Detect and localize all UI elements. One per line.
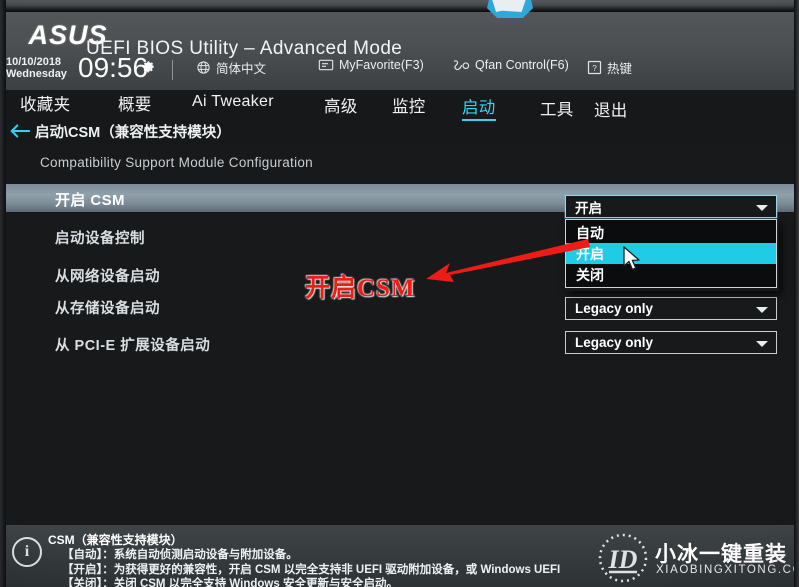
back-arrow-icon[interactable] (9, 123, 31, 139)
globe-icon (197, 61, 210, 74)
tab-boot[interactable]: 启动 (462, 94, 496, 121)
watermark-en-text: XIAOBINGXITONG.COM (656, 564, 799, 576)
tab-tool[interactable]: 工具 (540, 96, 574, 120)
csm-select[interactable]: 开启 (565, 195, 777, 218)
dropdown-option-enabled[interactable]: 开启 (566, 243, 776, 264)
tab-main[interactable]: 概要 (118, 91, 152, 115)
myfavorite-label: MyFavorite(F3) (339, 58, 424, 72)
svg-text:ID: ID (608, 545, 638, 574)
section-heading: Compatibility Support Module Configurati… (40, 155, 313, 170)
weekday-value: Wednesday (6, 68, 67, 80)
myfavorite-button[interactable]: MyFavorite(F3) (318, 58, 424, 72)
chevron-down-icon (756, 341, 768, 347)
annotation-text: 开启CSM (305, 275, 416, 302)
tab-monitor[interactable]: 监控 (392, 93, 426, 117)
dropdown-option-auto[interactable]: 自动 (566, 222, 776, 243)
date-value: 10/10/2018 (6, 56, 62, 68)
monitor-bezel-right (794, 0, 799, 587)
language-label: 简体中文 (216, 62, 267, 76)
boot-from-pcie-select[interactable]: Legacy only (565, 331, 777, 354)
info-icon: i (12, 537, 42, 567)
hotkeys-label: 热键 (607, 62, 633, 76)
gear-icon[interactable] (140, 58, 156, 74)
bios-screen: ASUS UEFI BIOS Utility – Advanced Mode 1… (0, 0, 799, 587)
watermark-logo-icon: ID (598, 533, 648, 583)
boot-from-pcie-value: Legacy only (575, 335, 654, 350)
boot-from-storage-value: Legacy only (575, 301, 654, 316)
header-divider (172, 60, 173, 80)
qfan-label: Qfan Control(F6) (475, 58, 569, 72)
setting-label-boot-device-control[interactable]: 启动设备控制 (55, 227, 145, 248)
tab-advanced[interactable]: 高级 (324, 93, 358, 117)
setting-label-boot-from-network[interactable]: 从网络设备启动 (55, 265, 160, 286)
chevron-down-icon (756, 307, 768, 313)
date-display: 10/10/2018 Wednesday (6, 56, 67, 80)
watermark: ID 小冰一键重装 XIAOBINGXITONG.COM (597, 530, 799, 587)
settings-panel: Compatibility Support Module Configurati… (0, 144, 799, 525)
clock-value: 09:56 (78, 52, 149, 83)
breadcrumb: 启动\CSM（兼容性支持模块） (0, 118, 799, 144)
monitor-bezel-top (0, 0, 799, 12)
monitor-bezel-left (0, 0, 6, 587)
csm-dropdown-list[interactable]: 自动 开启 关闭 (565, 219, 777, 288)
setting-label-boot-from-pcie[interactable]: 从 PCI-E 扩展设备启动 (55, 334, 210, 355)
bios-header: ASUS UEFI BIOS Utility – Advanced Mode 1… (0, 12, 799, 90)
myfavorite-icon (318, 59, 334, 71)
red-arrow-icon (426, 239, 590, 282)
qfan-control-button[interactable]: Qfan Control(F6) (452, 58, 569, 72)
language-selector[interactable]: 简体中文 (196, 58, 266, 77)
question-icon: ? (587, 60, 602, 75)
svg-text:?: ? (592, 64, 597, 73)
setting-label-csm: 开启 CSM (55, 192, 125, 209)
hotkeys-button[interactable]: ? 热键 (587, 58, 632, 77)
chevron-down-icon (756, 205, 768, 211)
setting-label-boot-from-storage[interactable]: 从存储设备启动 (55, 297, 160, 318)
mouse-cursor-icon (623, 246, 640, 271)
dropdown-option-disabled[interactable]: 关闭 (566, 264, 776, 285)
csm-select-value: 开启 (575, 200, 602, 216)
tab-ai-tweaker[interactable]: Ai Tweaker (192, 93, 274, 111)
qfan-icon (453, 60, 470, 71)
tab-favorites[interactable]: 收藏夹 (20, 91, 70, 115)
boot-from-storage-select[interactable]: Legacy only (565, 297, 777, 320)
breadcrumb-path: 启动\CSM（兼容性支持模块） (35, 124, 231, 141)
